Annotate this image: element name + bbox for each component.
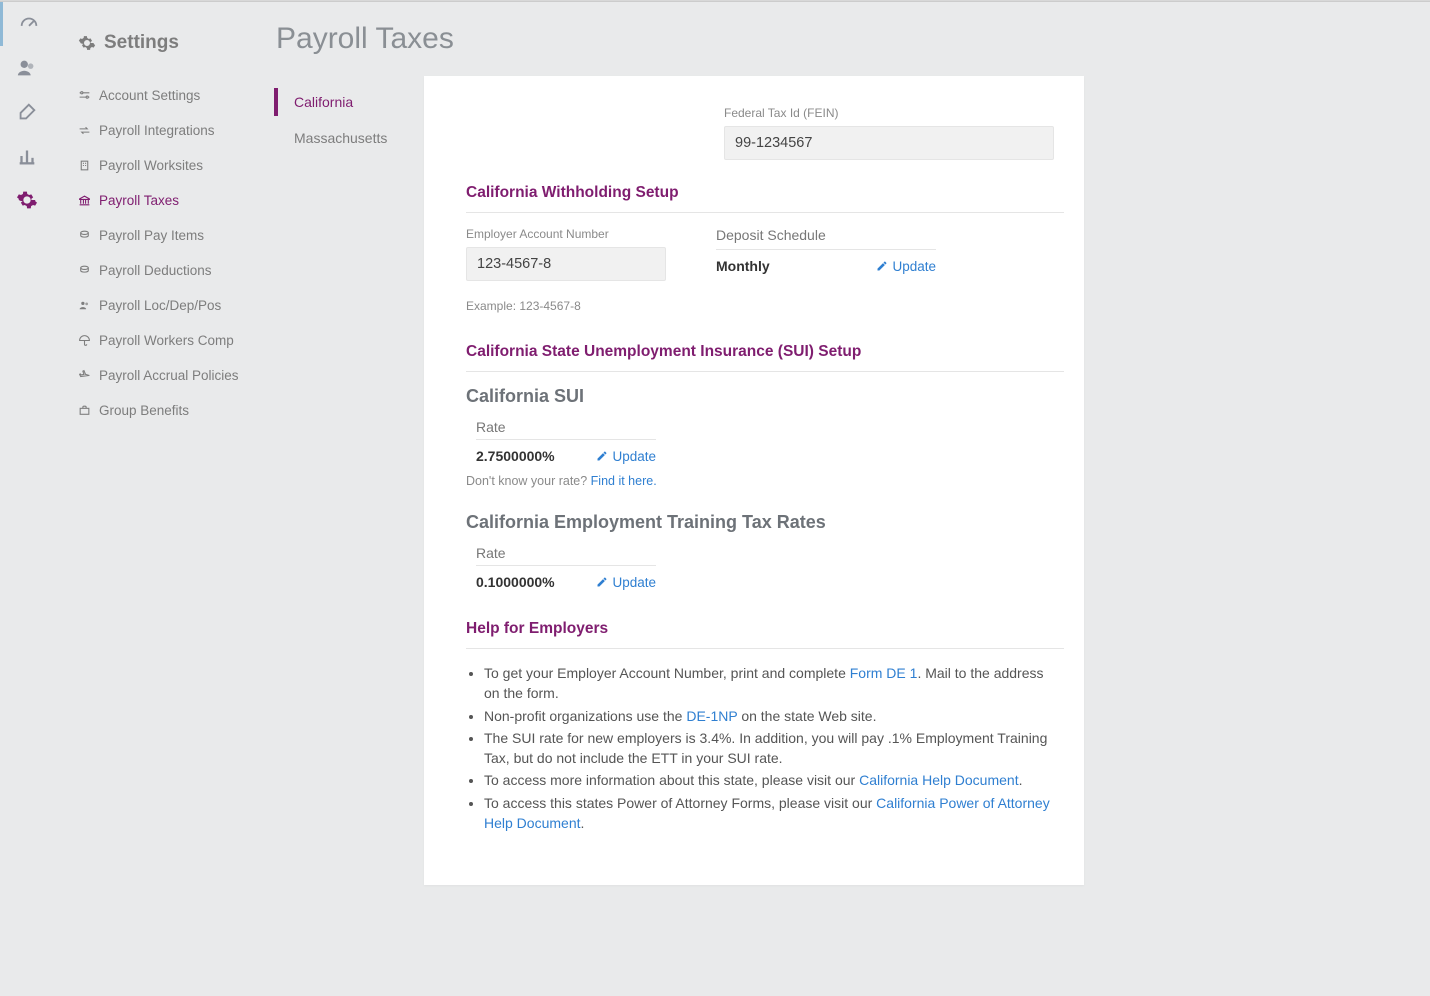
sui-rate-value: 2.7500000% [476,448,555,464]
sliders-icon [78,89,91,102]
settings-sidebar: Settings Account Settings Payroll Integr… [54,2,264,996]
people-icon [16,57,38,79]
link-payroll-workers-comp[interactable]: Payroll Workers Comp [78,323,264,358]
ett-rate-label: Rate [476,545,656,566]
building-icon [78,159,91,172]
bar-chart-icon [16,145,38,167]
fein-input[interactable] [724,126,1054,160]
find-rate-link[interactable]: Find it here. [591,474,657,488]
sui-help-text: Don't know your rate? Find it here. [466,474,1064,488]
users-icon [78,299,91,312]
gear-icon [16,189,38,211]
gear-icon [78,34,96,52]
tax-card: Federal Tax Id (FEIN) California Withhol… [424,76,1084,885]
coins-icon [78,264,91,277]
transfer-icon [78,124,91,137]
ean-example: Example: 123-4567-8 [466,299,1064,313]
de-1np-link[interactable]: DE-1NP [686,708,737,724]
edit-icon [596,576,608,588]
help-item: To access this states Power of Attorney … [484,793,1054,834]
rail-settings[interactable] [0,178,54,222]
sui-update-link[interactable]: Update [596,449,656,464]
rail-dashboard[interactable] [0,2,54,46]
ett-rate-value: 0.1000000% [476,574,555,590]
link-payroll-loc-dep-pos[interactable]: Payroll Loc/Dep/Pos [78,288,264,323]
fein-label: Federal Tax Id (FEIN) [724,106,1054,120]
main-content: Payroll Taxes California Massachusetts F… [264,2,1430,996]
edit-icon [876,260,888,272]
tab-california[interactable]: California [274,84,424,120]
ean-input[interactable] [466,247,666,281]
withholding-title: California Withholding Setup [466,184,1064,213]
deposit-schedule-value: Monthly [716,258,770,274]
ett-update-link[interactable]: Update [596,575,656,590]
deposit-schedule-label: Deposit Schedule [716,227,936,250]
ean-label: Employer Account Number [466,227,666,241]
coins-icon [78,229,91,242]
sui-heading: California SUI [466,386,1064,407]
link-account-settings[interactable]: Account Settings [78,78,264,113]
brush-icon [16,101,38,123]
help-title: Help for Employers [466,620,1064,649]
briefcase-icon [78,404,91,417]
rail-reports[interactable] [0,134,54,178]
help-item: To get your Employer Account Number, pri… [484,663,1054,704]
settings-title: Settings [78,32,264,54]
link-payroll-deductions[interactable]: Payroll Deductions [78,253,264,288]
nav-rail [0,2,54,996]
sui-rate-label: Rate [476,419,656,440]
rail-appearance[interactable] [0,90,54,134]
bank-icon [78,194,91,207]
deposit-update-link[interactable]: Update [876,259,936,274]
link-payroll-taxes[interactable]: Payroll Taxes [78,183,264,218]
ett-heading: California Employment Training Tax Rates [466,512,1064,533]
plane-icon [78,369,91,382]
gauge-icon [18,13,40,35]
help-item: To access more information about this st… [484,770,1054,790]
link-payroll-integrations[interactable]: Payroll Integrations [78,113,264,148]
link-group-benefits[interactable]: Group Benefits [78,393,264,428]
tab-massachusetts[interactable]: Massachusetts [274,120,424,156]
ca-help-doc-link[interactable]: California Help Document [859,772,1019,788]
state-tabs: California Massachusetts [274,76,424,885]
link-payroll-accrual-policies[interactable]: Payroll Accrual Policies [78,358,264,393]
link-payroll-pay-items[interactable]: Payroll Pay Items [78,218,264,253]
settings-title-text: Settings [104,32,179,54]
rail-people[interactable] [0,46,54,90]
link-payroll-worksites[interactable]: Payroll Worksites [78,148,264,183]
page-title: Payroll Taxes [276,22,1390,56]
sui-title: California State Unemployment Insurance … [466,343,1064,372]
help-item: Non-profit organizations use the DE-1NP … [484,706,1054,726]
edit-icon [596,450,608,462]
help-item: The SUI rate for new employers is 3.4%. … [484,728,1054,769]
umbrella-icon [78,334,91,347]
help-list: To get your Employer Account Number, pri… [466,663,1054,833]
form-de1-link[interactable]: Form DE 1 [850,665,918,681]
